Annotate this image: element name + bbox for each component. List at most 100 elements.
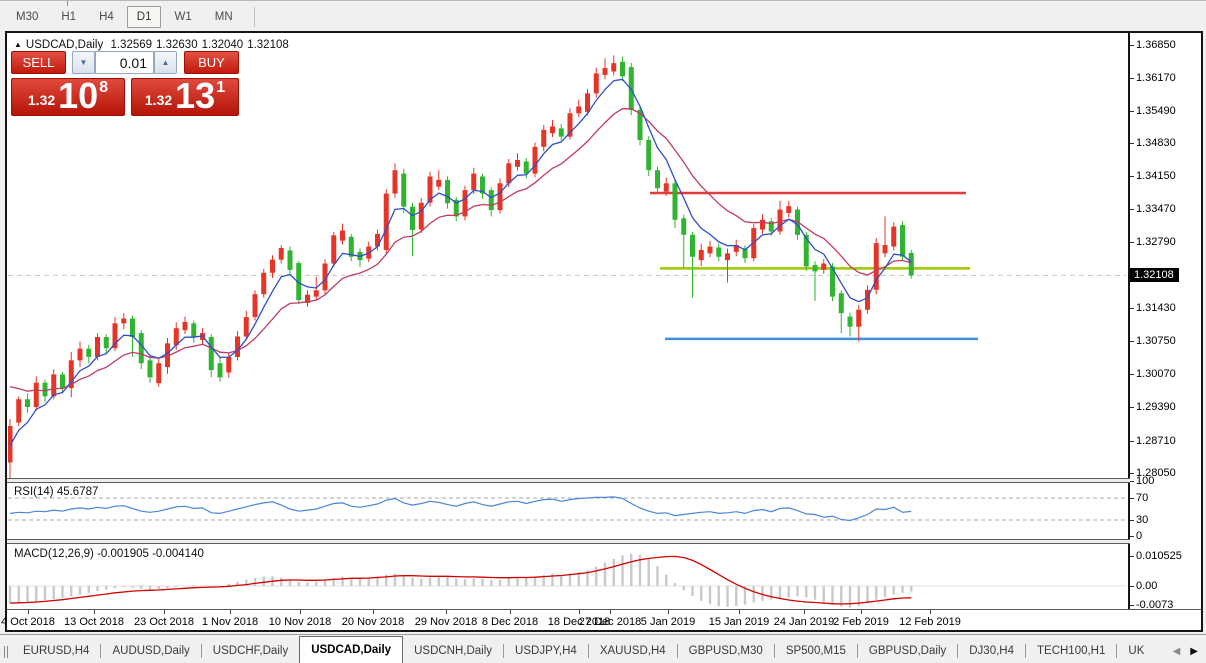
chart-tab-audusd-daily[interactable]: AUDUSD,Daily <box>101 639 200 663</box>
chart-tab-dj30-h4[interactable]: DJ30,H4 <box>958 639 1025 663</box>
axis-tick <box>1130 473 1134 474</box>
date-axis-label: 5 Jan 2019 <box>640 616 696 628</box>
volume-increase-button[interactable]: ▲ <box>154 51 177 74</box>
timeframe-button-m30[interactable]: M30 <box>6 6 48 28</box>
chevron-up-icon: ▲ <box>161 58 170 67</box>
date-axis-label: 1 Nov 2018 <box>201 616 259 628</box>
chevron-down-icon: ▼ <box>79 58 88 67</box>
date-tick <box>28 610 29 614</box>
timeframe-button-h4[interactable]: H4 <box>89 6 124 28</box>
rsi-axis-label: 70 <box>1136 492 1149 504</box>
ohlc-high: 1.32630 <box>156 39 198 51</box>
axis-tick <box>1130 308 1134 309</box>
axis-tick <box>1130 586 1134 587</box>
date-tick <box>373 610 374 614</box>
chart-tab-usdcad-daily[interactable]: USDCAD,Daily <box>299 636 404 663</box>
buy-button[interactable]: BUY <box>184 51 239 74</box>
timeframe-button-mn[interactable]: MN <box>205 6 243 28</box>
ohlc-open: 1.32569 <box>110 39 153 51</box>
ohlc-low: 1.32040 <box>201 39 244 51</box>
timeframe-button-d1[interactable]: D1 <box>126 6 162 28</box>
date-tick <box>300 610 301 614</box>
axis-tick <box>1130 78 1134 79</box>
date-axis-label: 23 Oct 2018 <box>134 616 194 628</box>
macd-axis-label: -0.0073 <box>1136 599 1174 611</box>
buy-quote-box[interactable]: 1.32 13 1 <box>131 78 239 116</box>
chart-tab-usdchf-daily[interactable]: USDCHF,Daily <box>202 639 299 663</box>
date-tick <box>446 610 447 614</box>
axis-tick <box>1130 407 1134 408</box>
rsi-chart-canvas[interactable] <box>8 483 1128 539</box>
date-axis-label: 27 Dec 2018 <box>578 616 642 628</box>
current-price-tag: 1.32108 <box>1130 268 1179 282</box>
price-axis-label: 1.34150 <box>1136 170 1176 182</box>
axis-tick <box>1130 441 1134 442</box>
chart-title: ▲ USDCAD,Daily 1.32569 1.32630 1.32040 1.321… <box>14 39 293 51</box>
tabs-scroll-right-icon[interactable]: ▶ <box>1190 646 1198 657</box>
tabbar-splitter-handle[interactable] <box>0 641 12 663</box>
buy-price-main: 13 <box>175 75 216 116</box>
price-axis-label: 1.34830 <box>1136 137 1176 149</box>
price-axis-label: 1.30070 <box>1136 368 1176 380</box>
buy-price-prefix: 1.32 <box>144 92 173 108</box>
sell-button[interactable]: SELL <box>11 51 66 74</box>
axis-tick <box>1130 605 1134 606</box>
panel-splitter <box>7 543 1201 544</box>
axis-tick <box>1130 45 1134 46</box>
date-tick <box>230 610 231 614</box>
date-axis-label: 8 Dec 2018 <box>481 616 539 628</box>
symbol-period: USDCAD,Daily <box>25 39 104 51</box>
date-tick <box>94 610 95 614</box>
date-axis-label: 20 Nov 2018 <box>341 616 405 628</box>
volume-input[interactable] <box>95 51 154 74</box>
date-axis-label: 29 Nov 2018 <box>414 616 478 628</box>
axis-tick <box>1130 143 1134 144</box>
price-axis-label: 1.30750 <box>1136 335 1176 347</box>
axis-tick <box>1130 176 1134 177</box>
macd-axis-label: 0.00 <box>1136 580 1158 592</box>
axis-tick <box>1130 209 1134 210</box>
timeframe-button-w1[interactable]: W1 <box>164 6 201 28</box>
axis-tick <box>1130 556 1134 557</box>
date-tick <box>739 610 740 614</box>
axis-tick <box>1130 242 1134 243</box>
date-axis-label: 12 Feb 2019 <box>899 616 961 628</box>
sell-quote-box[interactable]: 1.32 10 8 <box>11 78 125 116</box>
chart-tab-usdjpy-h4[interactable]: USDJPY,H4 <box>504 639 588 663</box>
chart-tab-sp500-m15[interactable]: SP500,M15 <box>775 639 857 663</box>
axis-tick <box>1130 498 1134 499</box>
toolbar-separator <box>253 7 255 27</box>
date-axis-label: 15 Jan 2019 <box>708 616 770 628</box>
price-axis-label: 1.28710 <box>1136 435 1176 447</box>
axis-tick <box>1130 520 1134 521</box>
price-axis-label: 1.36850 <box>1136 39 1176 51</box>
axis-tick <box>1130 536 1134 537</box>
rsi-axis-label: 0 <box>1136 530 1143 542</box>
chart-tab-gbpusd-daily[interactable]: GBPUSD,Daily <box>858 639 957 663</box>
date-tick <box>610 610 611 614</box>
price-axis-label: 1.35490 <box>1136 105 1176 117</box>
trading-terminal: M30 H1 H4 D1 W1 MN ▲ USDCAD,Daily 1.32569 1.326… <box>0 0 1206 663</box>
chart-tab-xauusd-h4[interactable]: XAUUSD,H4 <box>589 639 677 663</box>
date-axis-label: 2 Feb 2019 <box>833 616 889 628</box>
volume-decrease-button[interactable]: ▼ <box>72 51 95 74</box>
panel-splitter <box>7 482 1201 483</box>
date-tick <box>668 610 669 614</box>
buy-price-pip: 1 <box>216 79 226 96</box>
ohlc-close: 1.32108 <box>247 39 289 51</box>
chart-tab-usdcnh-daily[interactable]: USDCNH,Daily <box>403 639 503 663</box>
axis-tick <box>1130 374 1134 375</box>
timeframe-button-h1[interactable]: H1 <box>51 6 86 28</box>
macd-label: MACD(12,26,9) -0.001905 -0.004140 <box>14 548 204 560</box>
date-tick <box>164 610 165 614</box>
axis-tick <box>1130 341 1134 342</box>
chart-tab-eurusd-h4[interactable]: EURUSD,H4 <box>12 639 100 663</box>
chart-tab-tech100-h1[interactable]: TECH100,H1 <box>1026 639 1116 663</box>
date-tick <box>579 610 580 614</box>
tabs-scroll-left-icon[interactable]: ◀ <box>1173 646 1181 657</box>
collapse-triangle-icon[interactable]: ▲ <box>14 40 22 49</box>
axis-tick <box>1130 111 1134 112</box>
date-tick <box>510 610 511 614</box>
chart-tab-uk[interactable]: UK <box>1117 639 1155 663</box>
chart-tab-gbpusd-m30[interactable]: GBPUSD,M30 <box>678 639 774 663</box>
